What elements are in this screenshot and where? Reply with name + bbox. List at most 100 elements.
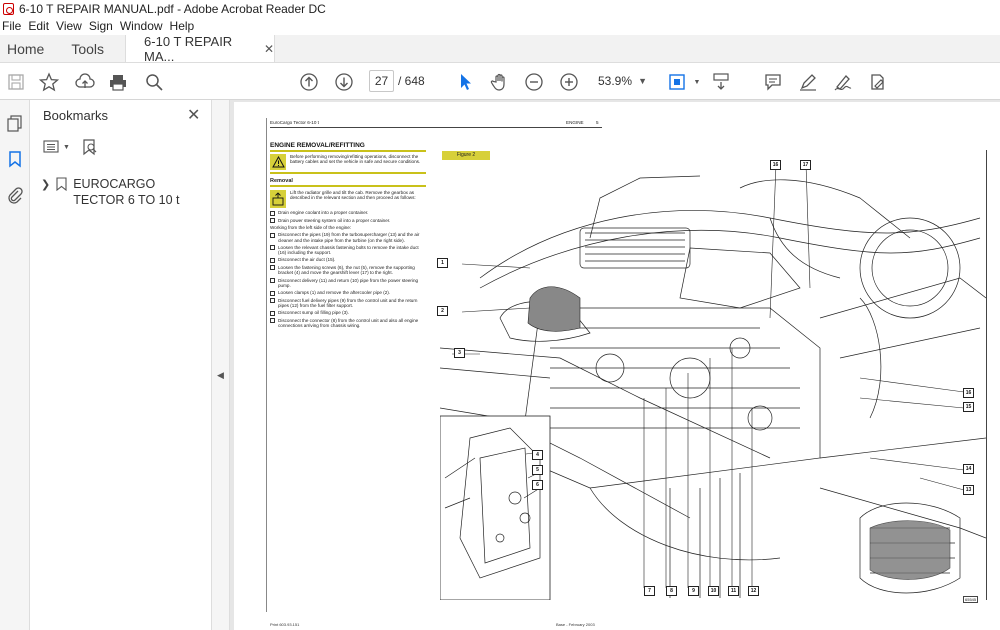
scroll-mode-icon[interactable] bbox=[710, 71, 732, 93]
page-number-input[interactable]: 27 bbox=[369, 70, 394, 92]
callout-label: 7 bbox=[644, 586, 655, 596]
callout-label: 1 bbox=[437, 258, 448, 268]
warning-box: Before performing removing/refitting ope… bbox=[270, 153, 426, 174]
step-item: Disconnect the air duct (15). bbox=[270, 257, 426, 263]
step-checkbox bbox=[270, 210, 275, 216]
page-fit-chevron-icon[interactable]: ▼ bbox=[686, 71, 708, 93]
step-text: Drain power steering system oil into a p… bbox=[278, 217, 391, 223]
callout-label: 4 bbox=[532, 450, 543, 460]
bookmarks-title: Bookmarks bbox=[43, 108, 109, 123]
step-text: Loosen the fastening screws (6), the nut… bbox=[278, 264, 415, 276]
step-item: Loosen the relevant chassis fastening bo… bbox=[270, 245, 426, 256]
draw-signature-icon[interactable] bbox=[832, 71, 854, 93]
header-section: ENGINE bbox=[566, 120, 584, 125]
menu-sign[interactable]: Sign bbox=[89, 19, 118, 33]
step-checkbox bbox=[270, 298, 275, 304]
close-icon[interactable]: ✕ bbox=[264, 42, 274, 56]
share-cloud-icon[interactable] bbox=[74, 71, 96, 93]
bookmark-icon bbox=[56, 177, 67, 208]
chevron-right-icon[interactable]: ❯ bbox=[41, 178, 50, 208]
step-item: Disconnect the pipes (19) from the turbo… bbox=[270, 232, 426, 243]
step-item: Disconnect sump oil filling pipe (3). bbox=[270, 310, 426, 316]
warning-text: Before performing removing/refitting ope… bbox=[290, 154, 421, 165]
tab-bar: Home Tools 6-10 T REPAIR MA... ✕ bbox=[0, 34, 1000, 64]
callout-label: 14 bbox=[963, 464, 974, 474]
menu-help[interactable]: Help bbox=[170, 19, 200, 33]
tab-document[interactable]: 6-10 T REPAIR MA... ✕ bbox=[125, 34, 276, 64]
callout-label: 15 bbox=[963, 402, 974, 412]
pdf-page: EuroCargo Tector 6-10 t ENGINE 5 ENGINE … bbox=[234, 102, 1000, 630]
step-checkbox bbox=[270, 245, 275, 251]
instructions-column: ENGINE REMOVAL/REFITTING Before performi… bbox=[270, 142, 426, 328]
print-icon[interactable] bbox=[107, 71, 129, 93]
collapse-arrow-icon[interactable]: ◀ bbox=[217, 370, 224, 381]
zoom-in-icon[interactable] bbox=[558, 71, 580, 93]
menu-edit[interactable]: Edit bbox=[28, 19, 54, 33]
bookmark-label[interactable]: EUROCARGO TECTOR 6 TO 10 t bbox=[73, 176, 198, 208]
callout-label: 9 bbox=[688, 586, 699, 596]
next-page-icon[interactable] bbox=[333, 71, 355, 93]
step-checkbox bbox=[270, 265, 275, 271]
step-checkbox bbox=[270, 232, 275, 238]
page-header: EuroCargo Tector 6-10 t ENGINE 5 bbox=[270, 120, 602, 128]
tab-tools[interactable]: Tools bbox=[64, 35, 112, 62]
bookmark-options-icon[interactable]: ▼ bbox=[43, 139, 70, 155]
step-checkbox bbox=[270, 290, 275, 296]
attachments-icon[interactable] bbox=[4, 184, 26, 206]
callout-label: 3 bbox=[454, 348, 465, 358]
bookmark-star-icon[interactable] bbox=[38, 71, 60, 93]
step-text: Loosen clamps (1) and remove the afterco… bbox=[278, 290, 391, 296]
search-icon[interactable] bbox=[143, 71, 165, 93]
callout-label: 16 bbox=[963, 388, 974, 398]
hand-tool-icon[interactable] bbox=[489, 71, 511, 93]
previous-page-icon[interactable] bbox=[298, 71, 320, 93]
step-text: Disconnect delivery (11) and return (10)… bbox=[278, 277, 419, 288]
section-title: ENGINE REMOVAL/REFITTING bbox=[270, 142, 426, 152]
engine-diagram bbox=[440, 163, 986, 600]
chevron-down-icon: ▼ bbox=[638, 76, 647, 86]
callout-label: 17 bbox=[800, 160, 811, 170]
zoom-out-icon[interactable] bbox=[523, 71, 545, 93]
fill-sign-icon[interactable] bbox=[866, 71, 888, 93]
bookmarks-panel-icon[interactable] bbox=[4, 148, 26, 170]
page-thumbnails-icon[interactable] bbox=[4, 112, 26, 134]
page-fit-icon[interactable] bbox=[666, 71, 688, 93]
step-checkbox bbox=[270, 257, 275, 263]
step-item: Loosen the fastening screws (6), the nut… bbox=[270, 265, 426, 276]
step-text: Disconnect fuel delivery pipes (9) from … bbox=[278, 297, 418, 308]
window-title: 6-10 T REPAIR MANUAL.pdf - Adobe Acrobat… bbox=[19, 1, 326, 16]
callout-label: 8 bbox=[666, 586, 677, 596]
step-text: Drain engine coolant into a proper conta… bbox=[278, 210, 369, 215]
callout-label: 5 bbox=[532, 465, 543, 475]
step-item: Drain engine coolant into a proper conta… bbox=[270, 210, 426, 216]
menu-window[interactable]: Window bbox=[120, 19, 168, 33]
menu-file[interactable]: File bbox=[2, 19, 26, 33]
bookmark-item[interactable]: ❯ EUROCARGO TECTOR 6 TO 10 t bbox=[41, 176, 206, 208]
step-text: Disconnect the air duct (15). bbox=[278, 257, 336, 263]
highlight-pen-icon[interactable] bbox=[797, 71, 819, 93]
document-viewport[interactable]: EuroCargo Tector 6-10 t ENGINE 5 ENGINE … bbox=[230, 100, 1000, 630]
header-page-number: 5 bbox=[596, 120, 599, 125]
callout-label: 6 bbox=[532, 480, 543, 490]
step-text: Loosen the relevant chassis fastening bo… bbox=[278, 244, 419, 256]
bookmarks-toolbar: ▼ bbox=[43, 138, 98, 156]
step-checkbox bbox=[270, 318, 275, 324]
step-text: Disconnect the connector (8) from the co… bbox=[278, 317, 419, 329]
step-item: Disconnect fuel delivery pipes (9) from … bbox=[270, 298, 426, 309]
step-text: Disconnect the pipes (19) from the turbo… bbox=[278, 232, 420, 243]
tab-home[interactable]: Home bbox=[0, 35, 52, 62]
zoom-select[interactable]: 53.9% ▼ bbox=[593, 70, 651, 92]
step-item: Drain power steering system oil into a p… bbox=[270, 217, 426, 223]
tool-icon bbox=[270, 190, 286, 208]
close-icon[interactable]: ✕ bbox=[187, 105, 200, 125]
bookmark-search-icon[interactable] bbox=[82, 138, 98, 156]
panel-collapse-strip[interactable]: ◀ bbox=[212, 100, 230, 630]
menu-view[interactable]: View bbox=[56, 19, 87, 33]
select-cursor-icon[interactable] bbox=[455, 71, 477, 93]
callout-label: 11 bbox=[728, 586, 739, 596]
warning-icon bbox=[270, 154, 286, 170]
save-icon[interactable] bbox=[5, 71, 27, 93]
comment-icon[interactable] bbox=[762, 71, 784, 93]
bookmarks-panel: Bookmarks ✕ ▼ ❯ EUROCARGO TECTOR 6 TO 10… bbox=[31, 100, 212, 630]
working-note: Working from the left side of the engine… bbox=[270, 225, 352, 230]
